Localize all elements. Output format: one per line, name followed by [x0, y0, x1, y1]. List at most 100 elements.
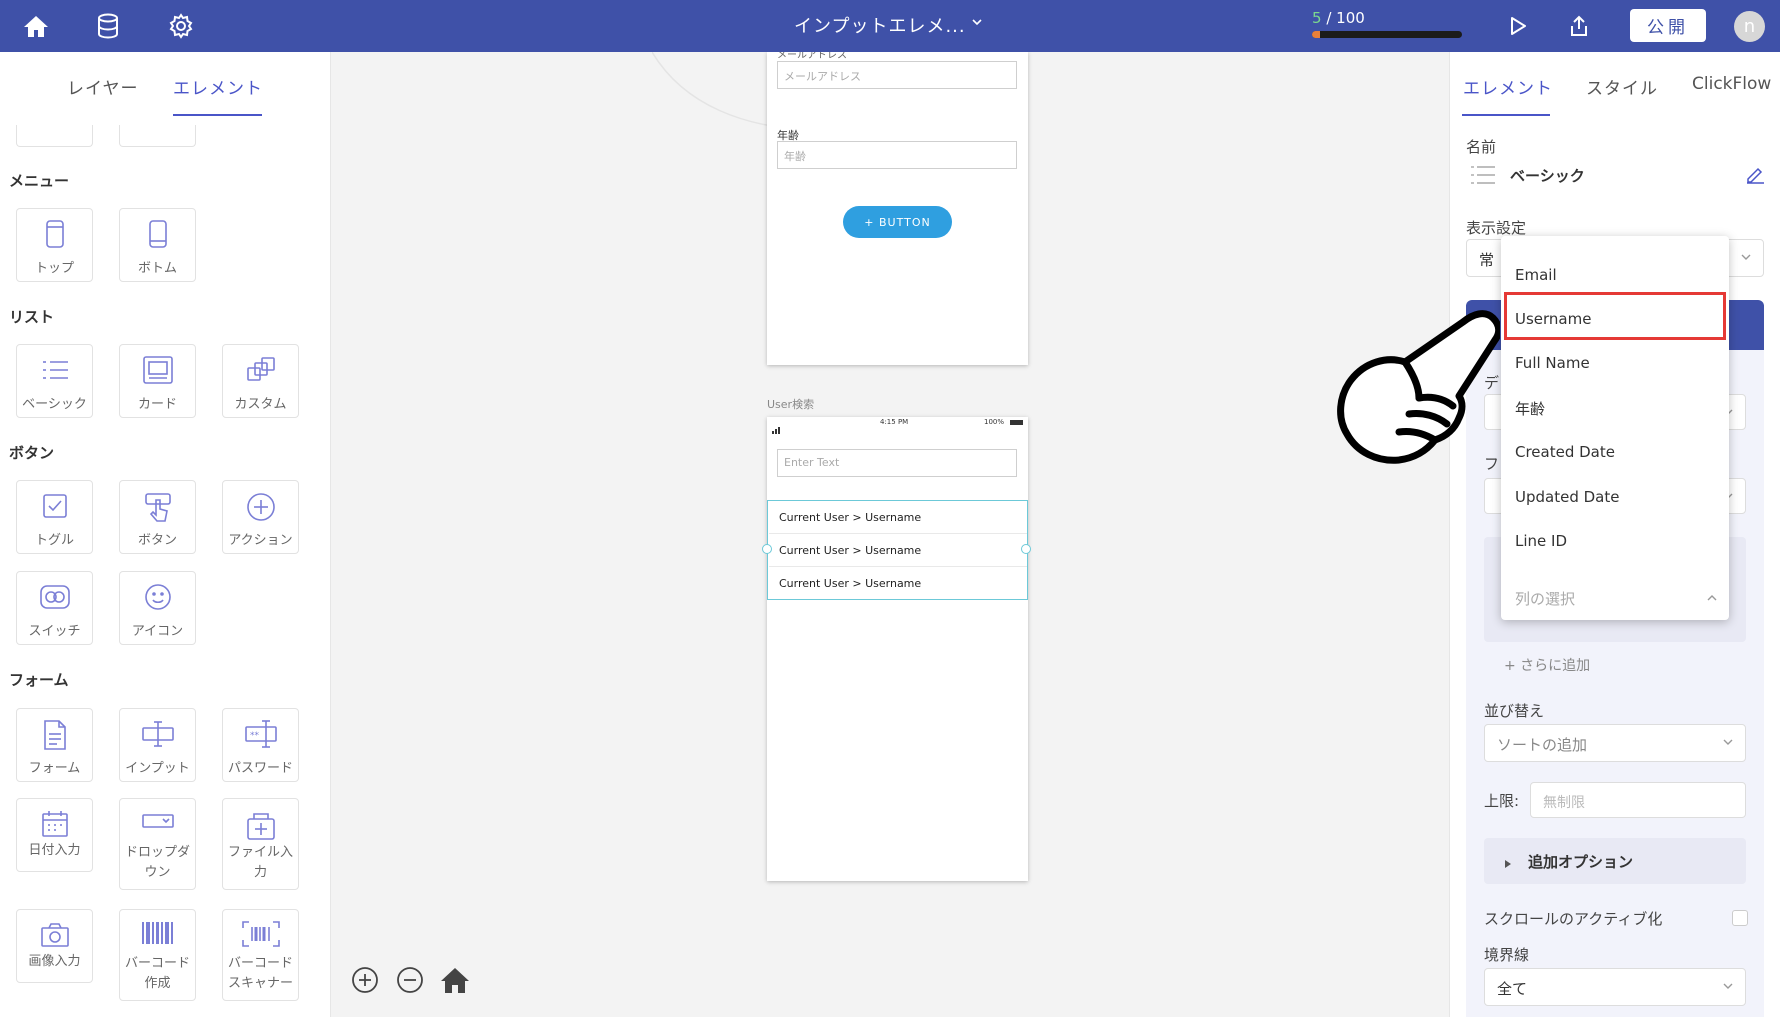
tile-input[interactable]: インプット	[119, 708, 196, 782]
tile-label-line1: バーコード	[227, 956, 293, 971]
tile-label: カスタム	[234, 397, 287, 412]
tile-toggle[interactable]: トグル	[16, 480, 93, 554]
tile-barcode-scanner[interactable]: バーコード スキャナー	[222, 909, 299, 1001]
search-input[interactable]: Enter Text	[777, 449, 1017, 477]
gear-icon[interactable]	[165, 10, 197, 42]
screen-user-search[interactable]: 4:15 PM 100% Enter Text Current User > U…	[762, 417, 1031, 881]
play-icon[interactable]	[1502, 10, 1534, 42]
screen-form[interactable]: メールアドレス メールアドレス 年齢 年齢 + BUTTON	[767, 52, 1028, 365]
add-more-link[interactable]: + さらに追加	[1504, 655, 1590, 675]
dropdown-option-updated-date[interactable]: Updated Date	[1515, 488, 1619, 506]
tile-file-input[interactable]: ファイル入力	[222, 798, 299, 890]
border-select[interactable]: 全て	[1484, 968, 1746, 1006]
extra-options-toggle[interactable]: 追加オプション	[1484, 838, 1746, 884]
tile-action[interactable]: アクション	[222, 480, 299, 554]
email-field[interactable]: メールアドレス	[777, 61, 1017, 89]
database-icon[interactable]	[92, 10, 124, 42]
tile-custom-list[interactable]: カスタム	[222, 344, 299, 418]
tile-card-list[interactable]: カード	[119, 344, 196, 418]
tile-label: パスワード	[227, 761, 293, 776]
limit-input[interactable]: 無制限	[1530, 782, 1746, 818]
resize-handle-left[interactable]	[762, 544, 772, 554]
tile-basic-list[interactable]: ベーシック	[16, 344, 93, 418]
tab-layers[interactable]: レイヤー	[67, 74, 139, 99]
tile-image-input[interactable]: 画像入力	[16, 909, 93, 983]
element-name[interactable]: ベーシック	[1510, 165, 1585, 186]
avatar[interactable]: n	[1734, 11, 1765, 42]
card-icon	[120, 355, 195, 389]
chevron-down-icon[interactable]	[970, 14, 984, 33]
tab-element[interactable]: エレメント	[1463, 74, 1553, 99]
selected-list[interactable]: Current User > Username Current User > U…	[762, 500, 1031, 600]
tab-clickflow[interactable]: ClickFlow	[1692, 74, 1771, 94]
camera-icon	[17, 920, 92, 954]
tile-form[interactable]: フォーム	[16, 708, 93, 782]
dropdown-option-age[interactable]: 年齢	[1515, 398, 1545, 419]
home-icon[interactable]	[20, 10, 52, 42]
tile-date-input[interactable]: 日付入力	[16, 798, 93, 872]
tile-partial-1[interactable]	[16, 125, 93, 147]
dropdown-option-created-date[interactable]: Created Date	[1515, 443, 1615, 461]
dropdown-option-email[interactable]: Email	[1515, 266, 1557, 284]
bottom-menu-icon	[120, 219, 195, 253]
scroll-active-label: スクロールのアクティブ化	[1484, 910, 1663, 928]
column-select-dropdown: Email Username Full Name 年齢 Created Date…	[1501, 236, 1729, 620]
dropdown-option-username[interactable]: Username	[1515, 310, 1591, 328]
tile-password[interactable]: ** パスワード	[222, 708, 299, 782]
tile-top-menu[interactable]: トップ	[16, 208, 93, 282]
edit-icon[interactable]	[1745, 164, 1765, 188]
extra-options-label: 追加オプション	[1528, 853, 1634, 871]
tile-label: トップ	[34, 261, 74, 276]
tile-icon[interactable]: アイコン	[119, 571, 196, 645]
zoom-out-icon[interactable]	[395, 965, 425, 995]
scroll-active-checkbox[interactable]	[1732, 910, 1748, 926]
zoom-in-icon[interactable]	[350, 965, 380, 995]
list-item[interactable]: Current User > Username	[769, 501, 1027, 534]
pointing-hand-icon	[1335, 310, 1503, 479]
chevron-up-icon[interactable]	[1705, 590, 1719, 609]
tile-label: ドロップダ ウン	[120, 843, 195, 883]
tile-label: アクション	[228, 533, 293, 548]
list-item[interactable]: Current User > Username	[769, 534, 1027, 567]
dropdown-search-placeholder[interactable]: 列の選択	[1515, 588, 1575, 609]
tile-label: トグル	[34, 533, 74, 548]
tile-label-line2: ウン	[144, 865, 171, 880]
progress-text: 5 / 100	[1312, 9, 1365, 27]
name-label: 名前	[1466, 138, 1497, 156]
tile-button[interactable]: ボタン	[119, 480, 196, 554]
dropdown-option-fullname[interactable]: Full Name	[1515, 354, 1590, 372]
sort-select[interactable]: ソートの追加	[1484, 724, 1746, 762]
list-item[interactable]: Current User > Username	[769, 567, 1027, 600]
progress-total: / 100	[1326, 9, 1365, 27]
top-menu-icon	[17, 219, 92, 253]
list-icon	[1470, 164, 1496, 190]
dropdown-option-line-id[interactable]: Line ID	[1515, 532, 1567, 550]
tile-bottom-menu[interactable]: ボトム	[119, 208, 196, 282]
tile-label: ファイル入力	[223, 843, 298, 883]
text-input-icon	[120, 719, 195, 753]
tile-partial-2[interactable]	[119, 125, 196, 147]
share-icon[interactable]	[1563, 10, 1595, 42]
tab-style[interactable]: スタイル	[1586, 74, 1658, 99]
tile-label: 画像入力	[28, 954, 81, 969]
sort-label: 並び替え	[1484, 702, 1545, 720]
tile-label: カード	[137, 397, 177, 412]
canvas-button[interactable]: + BUTTON	[843, 206, 952, 238]
tile-label: バーコード 作成	[120, 954, 195, 994]
field-label-cut: メールアドレス	[777, 52, 847, 61]
display-settings-value: 常	[1479, 251, 1495, 269]
home-reset-icon[interactable]	[440, 965, 470, 995]
project-title[interactable]: インプットエレメ...	[794, 12, 966, 38]
publish-button[interactable]: 公開	[1630, 9, 1706, 42]
barcode-icon	[120, 920, 195, 954]
age-field[interactable]: 年齢	[777, 141, 1017, 169]
tile-label: ベーシック	[22, 397, 87, 412]
tile-switch[interactable]: スイッチ	[16, 571, 93, 645]
tile-barcode-create[interactable]: バーコード 作成	[119, 909, 196, 1001]
design-canvas[interactable]: メールアドレス メールアドレス 年齢 年齢 + BUTTON User検索 4:…	[332, 52, 1448, 1017]
chevron-down-icon	[1721, 979, 1735, 997]
barcode-scanner-icon	[223, 920, 298, 954]
tab-elements[interactable]: エレメント	[173, 74, 263, 99]
resize-handle-right[interactable]	[1021, 544, 1031, 554]
tile-dropdown[interactable]: ドロップダ ウン	[119, 798, 196, 890]
